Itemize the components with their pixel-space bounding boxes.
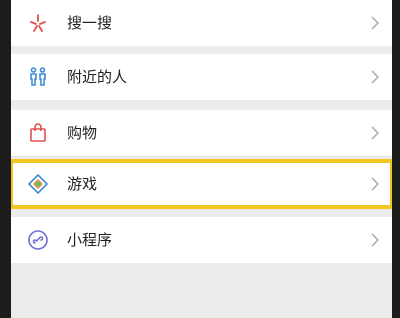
menu-item-mini-programs[interactable]: 小程序 bbox=[11, 217, 392, 263]
game-diamond-icon bbox=[27, 173, 49, 195]
mini-program-icon bbox=[27, 229, 49, 251]
nearby-people-icon bbox=[27, 66, 49, 88]
divider bbox=[11, 156, 392, 157]
shopping-bag-icon bbox=[27, 122, 49, 144]
chevron-right-icon bbox=[370, 15, 380, 31]
menu-item-label: 小程序 bbox=[67, 231, 113, 249]
chevron-right-icon bbox=[370, 125, 380, 141]
menu-item-label: 游戏 bbox=[67, 175, 98, 193]
menu-item-search[interactable]: 搜一搜 bbox=[11, 0, 392, 46]
menu-item-label: 附近的人 bbox=[67, 68, 128, 86]
search-star-icon bbox=[27, 12, 49, 34]
menu-item-games[interactable]: 游戏 bbox=[11, 159, 392, 209]
discover-screen: 搜一搜 附近的人 购物 游戏 小程序 bbox=[11, 0, 392, 318]
menu-item-shopping[interactable]: 购物 bbox=[11, 110, 392, 156]
menu-item-nearby-people[interactable]: 附近的人 bbox=[11, 54, 392, 100]
menu-item-label: 购物 bbox=[67, 124, 98, 142]
chevron-right-icon bbox=[370, 176, 380, 192]
menu-item-label: 搜一搜 bbox=[67, 14, 113, 32]
chevron-right-icon bbox=[370, 69, 380, 85]
chevron-right-icon bbox=[370, 232, 380, 248]
